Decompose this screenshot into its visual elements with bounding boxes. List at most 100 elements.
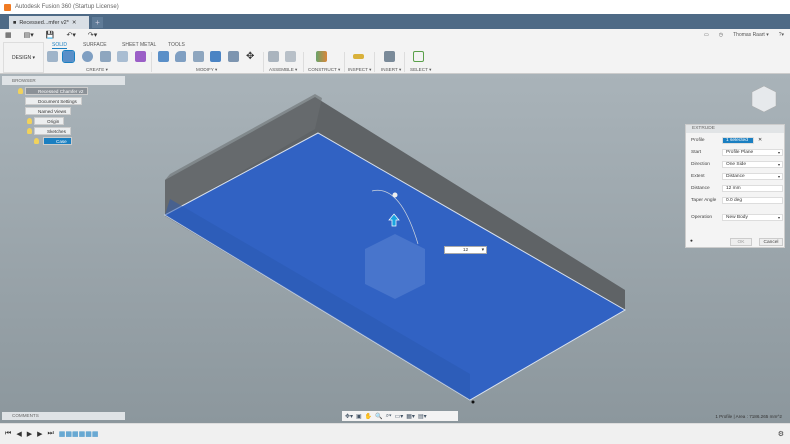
undo-icon[interactable]: ↶▾ [66,31,75,39]
create-menu[interactable]: CREATE ▾ [86,67,108,73]
visibility-bulb-icon[interactable] [27,118,32,124]
display-settings-icon[interactable]: ▭▾ [395,413,404,420]
grid-icon[interactable]: ▦▾ [406,413,415,420]
separator [151,52,152,72]
browser-item-sketch-case[interactable]: Case [43,137,72,145]
assemble-menu[interactable]: ASSEMBLE ▾ [269,67,297,73]
pattern-icon[interactable] [117,51,128,62]
file-menu-icon[interactable]: ▤▾ [24,31,34,39]
fillet-icon[interactable] [175,51,186,62]
tab-surface[interactable]: SURFACE [83,42,107,48]
data-panel-icon[interactable]: ▦ [5,31,12,39]
visibility-bulb-icon[interactable] [27,128,32,134]
viewports-icon[interactable]: ▤▾ [418,413,427,420]
separator [263,52,264,72]
tab-sheet-metal[interactable]: SHEET METAL [122,42,156,48]
title-bar: Autodesk Fusion 360 (Startup License) [0,0,790,14]
close-tab-icon[interactable]: ✕ [72,20,77,26]
orbit-icon[interactable]: ✥▾ [345,413,353,420]
distance-label: Distance [691,186,710,191]
separator [374,52,375,72]
start-value: Profile Plane [726,150,754,155]
clear-selection-icon[interactable]: ✕ [758,138,762,143]
move-icon[interactable]: ✥ [246,51,257,62]
browser-item-document-settings[interactable]: Document Settings [25,97,82,105]
separator [344,52,345,72]
measure-icon[interactable] [353,54,364,59]
create-sketch-icon[interactable] [47,51,58,62]
timeline: ⏮ ◀ ▶ ▶ ⏭ ▦▦▦▦▦▦ ⚙ [0,423,790,444]
profile-selection[interactable]: 1 selected [722,137,754,144]
tab-tools[interactable]: TOOLS [168,42,185,48]
new-tab-button[interactable]: + [92,17,103,28]
inspect-menu[interactable]: INSPECT ▾ [348,67,371,73]
canvas-viewport[interactable] [0,74,790,423]
user-menu[interactable]: Thomas Raart ▾ [733,32,769,38]
save-icon[interactable]: 💾 [46,31,55,39]
split-body-icon[interactable] [228,51,239,62]
go-to-end-icon[interactable]: ⏭ [47,430,53,438]
document-tab[interactable]: ■ Recessed...mfer v2* ✕ [9,16,89,29]
browser-item-sketches[interactable]: Sketches [34,127,71,135]
browser-item-named-views[interactable]: Named Views [25,107,72,115]
cancel-button[interactable]: Cancel [759,238,783,246]
help-icon[interactable]: ?▾ [779,32,784,38]
revolve-icon[interactable] [82,51,93,62]
direction-select[interactable]: One Side ▾ [722,161,783,168]
comments-panel-header[interactable]: COMMENTS [2,412,125,420]
distance-input[interactable]: 12 ▾ [444,246,487,254]
clock-icon[interactable]: ◷ [719,32,723,38]
visibility-bulb-icon[interactable] [18,88,23,94]
job-status-icon[interactable]: ▭ [704,32,709,38]
form-icon[interactable] [135,51,146,62]
extrude-icon[interactable] [62,50,75,63]
combine-icon[interactable] [210,51,221,62]
viewcube[interactable] [751,85,777,113]
distance-field[interactable]: 12 mm [722,185,783,192]
info-icon[interactable]: ● [690,239,693,244]
timeline-settings-icon[interactable]: ⚙ [778,430,784,438]
ribbon: DESIGN ▾ SOLID SURFACE SHEET METAL TOOLS… [0,40,790,74]
play-icon[interactable]: ▶ [27,430,32,438]
visibility-bulb-icon[interactable] [34,138,39,144]
angle-manipulator[interactable] [392,192,398,198]
zoom-icon[interactable]: 🔍 [375,413,382,420]
offset-plane-icon[interactable] [316,51,327,62]
operation-value: New Body [726,215,748,220]
direction-label: Direction [691,162,710,167]
go-to-start-icon[interactable]: ⏮ [5,430,11,438]
select-menu[interactable]: SELECT ▾ [410,67,431,73]
taper-angle-field[interactable]: 0.0 deg [722,197,783,204]
timeline-sketch-icon[interactable]: ▦▦▦▦▦▦ [59,430,99,438]
distance-value: 12 [462,248,469,253]
modify-menu[interactable]: MODIFY ▾ [196,67,217,73]
press-pull-icon[interactable] [158,51,169,62]
ok-button[interactable]: OK [730,238,752,246]
hole-icon[interactable] [100,51,111,62]
insert-image-icon[interactable] [384,51,395,62]
joint-icon[interactable] [285,51,296,62]
start-select[interactable]: Profile Plane ▾ [722,149,783,156]
taper-angle-label: Taper Angle [691,198,717,203]
tab-solid[interactable]: SOLID [52,42,68,49]
extent-select[interactable]: Distance ▾ [722,173,783,180]
fit-icon[interactable]: ⌕▾ [386,413,392,420]
step-forward-icon[interactable]: ▶ [37,430,42,438]
shell-icon[interactable] [193,51,204,62]
redo-icon[interactable]: ↷▾ [88,31,97,39]
origin-point [471,400,475,404]
browser-item-origin[interactable]: Origin [34,117,65,125]
pan-icon[interactable]: ✋ [365,413,372,420]
select-icon[interactable] [413,51,424,62]
insert-menu[interactable]: INSERT ▾ [381,67,401,73]
browser-root[interactable]: Recessed Chamfer v2 [25,87,89,95]
operation-select[interactable]: New Body ▾ [722,214,783,221]
construct-menu[interactable]: CONSTRUCT ▾ [308,67,340,73]
look-at-icon[interactable]: ▣ [356,413,362,420]
model-canvas[interactable] [0,74,790,423]
browser-panel-header[interactable]: BROWSER [2,76,125,85]
workspace-switcher[interactable]: DESIGN ▾ [3,42,44,73]
new-component-icon[interactable] [268,51,279,62]
step-back-icon[interactable]: ◀ [16,430,21,438]
chevron-down-icon[interactable]: ▾ [482,247,484,254]
